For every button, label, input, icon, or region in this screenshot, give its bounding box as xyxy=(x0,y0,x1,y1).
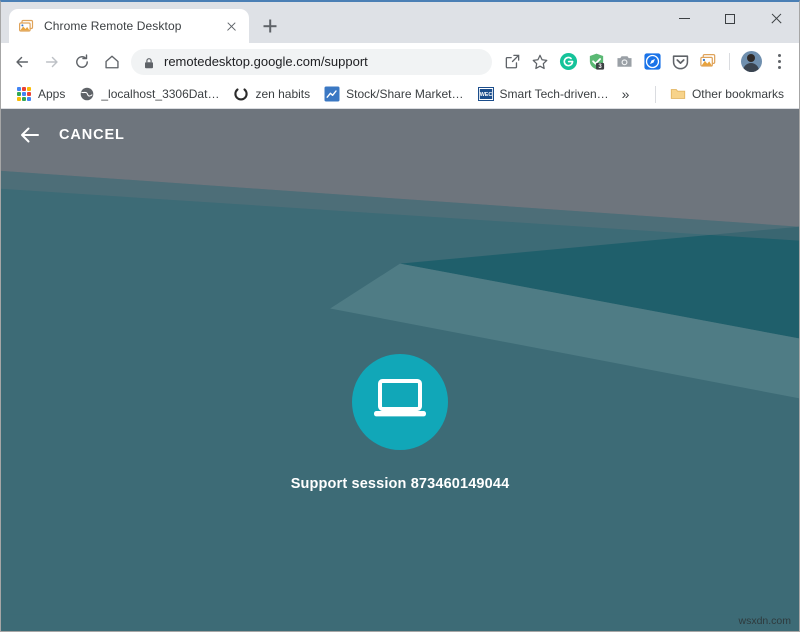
browser-toolbar: remotedesktop.google.com/support 3 xyxy=(1,43,799,80)
svg-text:WEC: WEC xyxy=(479,92,492,98)
share-open-icon[interactable] xyxy=(499,49,525,75)
page-app-bar: CANCEL xyxy=(1,109,799,161)
three-dot-menu-icon[interactable] xyxy=(766,49,792,75)
other-bookmarks-button[interactable]: Other bookmarks xyxy=(663,83,791,105)
folder-icon xyxy=(670,86,686,102)
bookmark-label: Smart Tech-driven… xyxy=(499,87,609,101)
bookmark-label: _localhost_3306Dat… xyxy=(101,87,220,101)
laptop-icon xyxy=(371,377,429,428)
screenshot-camera-extension-icon[interactable] xyxy=(611,49,637,75)
profile-avatar[interactable] xyxy=(738,49,764,75)
chrome-remote-desktop-icon xyxy=(18,18,35,35)
close-button[interactable] xyxy=(753,2,799,35)
bookmarks-bar: Apps _localhost_3306Dat… zen habits Stoc… xyxy=(1,80,799,109)
tab-strip: Chrome Remote Desktop xyxy=(1,2,799,43)
wec-icon: WEC xyxy=(477,86,494,102)
session-icon-circle xyxy=(352,354,448,450)
maximize-button[interactable] xyxy=(707,2,753,35)
circle-outline-icon xyxy=(233,86,249,102)
session-hero: Support session 873460149044 xyxy=(1,354,799,492)
bookmark-apps[interactable]: Apps xyxy=(9,83,72,105)
bookmark-label: Other bookmarks xyxy=(691,87,784,101)
pocket-extension-icon[interactable] xyxy=(667,49,693,75)
address-bar[interactable]: remotedesktop.google.com/support xyxy=(131,48,492,75)
bookmark-item-localhost[interactable]: _localhost_3306Dat… xyxy=(72,83,226,105)
compass-extension-icon[interactable] xyxy=(639,49,665,75)
globe-icon xyxy=(79,86,95,102)
bookmark-item-smart-tech-driven[interactable]: WEC Smart Tech-driven… xyxy=(471,83,616,105)
cancel-button[interactable]: CANCEL xyxy=(59,127,125,143)
blue-square-icon xyxy=(324,86,340,102)
svg-text:3: 3 xyxy=(598,63,602,70)
bookmarks-bar-right: Other bookmarks xyxy=(648,83,791,105)
tab-close-icon[interactable] xyxy=(223,18,240,35)
back-arrow-icon[interactable] xyxy=(7,47,37,77)
new-tab-button[interactable] xyxy=(256,12,284,40)
bookmark-item-stock-share-market[interactable]: Stock/Share Market… xyxy=(317,83,470,105)
window-controls xyxy=(661,2,799,43)
tab-title: Chrome Remote Desktop xyxy=(44,19,182,33)
bookmark-label: zen habits xyxy=(255,87,311,101)
lock-icon xyxy=(143,56,155,68)
bookmark-item-zen-habits[interactable]: zen habits xyxy=(226,83,317,105)
grammarly-extension-icon[interactable] xyxy=(555,49,581,75)
back-arrow-icon[interactable] xyxy=(18,123,42,147)
bookmark-label: Stock/Share Market… xyxy=(346,87,464,101)
minimize-button[interactable] xyxy=(661,2,707,35)
apps-grid-icon xyxy=(16,86,32,102)
home-icon[interactable] xyxy=(97,47,127,77)
watermark: wsxdn.com xyxy=(738,615,791,627)
address-bar-url: remotedesktop.google.com/support xyxy=(164,54,368,69)
browser-tab[interactable]: Chrome Remote Desktop xyxy=(9,9,249,43)
bookmarks-divider xyxy=(654,85,656,103)
star-icon[interactable] xyxy=(527,49,553,75)
session-label: Support session 873460149044 xyxy=(290,476,510,492)
toolbar-divider xyxy=(729,53,730,70)
page-content: CANCEL Support session 873460149044 wsxd… xyxy=(1,109,799,631)
chrome-remote-desktop-extension-icon[interactable] xyxy=(695,49,721,75)
reload-icon[interactable] xyxy=(67,47,97,77)
bookmarks-overflow-button[interactable]: » xyxy=(616,86,636,102)
browser-window: Chrome Remote Desktop remotedesktop.goog… xyxy=(0,0,800,632)
bookmark-label: Apps xyxy=(38,87,66,101)
forward-arrow-icon xyxy=(37,47,67,77)
adblock-shield-extension-icon[interactable]: 3 xyxy=(583,49,609,75)
